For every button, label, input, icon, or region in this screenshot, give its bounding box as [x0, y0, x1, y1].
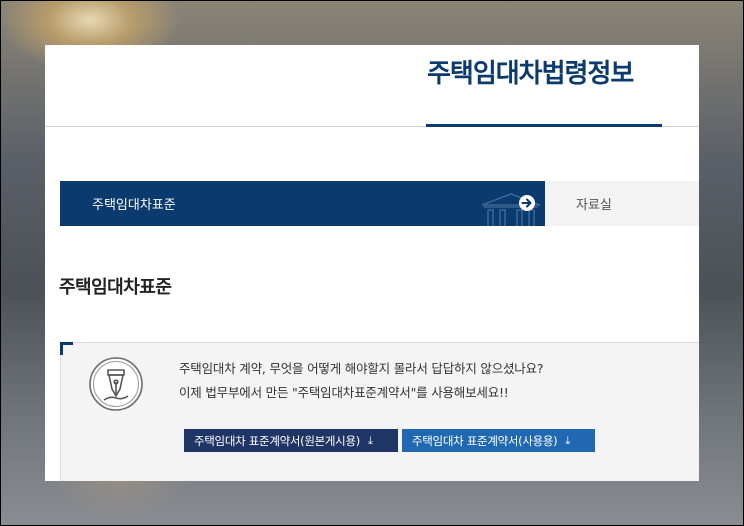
download-icon: ⤓ [565, 433, 570, 447]
download-original-contract-button[interactable]: 주택임대차 표준계약서(원본게시용) ⤓ [184, 429, 398, 452]
fountain-pen-icon [89, 357, 143, 411]
header-accent-bar [426, 124, 662, 127]
download-usage-contract-button[interactable]: 주택임대차 표준계약서(사용용) ⤓ [402, 429, 595, 452]
button-label: 주택임대차 표준계약서(원본게시용) [194, 433, 360, 448]
tab-label: 자료실 [576, 198, 612, 213]
tab-label: 주택임대차표준 [92, 198, 176, 213]
corner-accent [60, 342, 63, 355]
info-text-question: 주택임대차 계약, 무엇을 어떻게 해야할지 몰라서 답답하지 않으셨나요? [179, 361, 544, 376]
tab-housing-lease-standard[interactable]: 주택임대차표준 [60, 181, 545, 226]
content-panel: 주택임대차법령정보 주택임대차표준 자료실 주택임대차표준 주택임대차 계약, … [45, 45, 699, 481]
info-text-suggestion: 이제 법무부에서 만든 "주택임대차표준계약서"를 사용해보세요!! [179, 385, 509, 400]
section-title: 주택임대차표준 [59, 277, 172, 298]
arrow-right-circle-icon[interactable] [518, 194, 536, 212]
tab-archive[interactable]: 자료실 [545, 181, 699, 226]
button-label: 주택임대차 표준계약서(사용용) [412, 433, 558, 448]
download-icon: ⤓ [367, 433, 373, 447]
site-title[interactable]: 주택임대차법령정보 [427, 53, 667, 90]
